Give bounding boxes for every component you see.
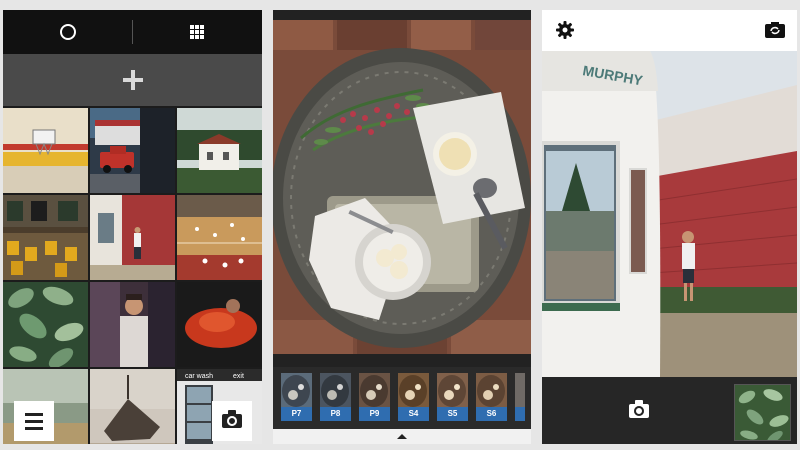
photo-grid: car wash exit [3,108,262,444]
filter-strip: P7 P8 P9 S4 S5 S6 [273,367,531,429]
camera-top-bar [542,10,797,51]
camera-bottom-bar [542,377,797,444]
filter-s6[interactable]: S6 [476,373,507,421]
edit-photo[interactable] [273,20,531,354]
photo-red-truck [90,108,175,193]
library-screen: car wash exit [3,10,262,444]
photo-white-house [177,108,262,193]
circle-icon [59,24,76,40]
hamburger-icon [25,412,43,416]
grid-icon [190,25,205,39]
filter-preview [476,373,507,407]
filter-preview [515,373,525,407]
chevron-up-icon [397,434,407,439]
photo-tray-ice-cream [273,20,531,354]
filter-label [515,407,525,421]
menu-button[interactable] [14,401,54,441]
filter-label: S6 [476,407,507,421]
grid-photo[interactable] [90,195,175,280]
filter-p9[interactable]: P9 [359,373,390,421]
car-wash-sign-text: car wash [185,373,213,380]
filter-s4[interactable]: S4 [398,373,429,421]
tab-divider [132,20,133,44]
exit-sign-text: exit [233,373,244,380]
grid-photo[interactable] [177,282,262,367]
filter-s5[interactable]: S5 [437,373,468,421]
camera-icon [629,400,649,418]
gear-icon[interactable] [556,21,574,39]
filter-preview [437,373,468,407]
add-photo-button[interactable] [3,54,262,106]
filter-label: S4 [398,407,429,421]
photo-green-plants [735,385,790,440]
filter-preview [320,373,351,407]
camera-button[interactable] [212,401,252,441]
editor-screen: P7 P8 P9 S4 S5 S6 [273,10,531,444]
filter-next[interactable] [515,373,525,421]
filter-p8[interactable]: P8 [320,373,351,421]
camera-screen: MURPHY [542,10,797,444]
filter-label: S5 [437,407,468,421]
grid-photo[interactable] [90,108,175,193]
grid-photo[interactable] [90,282,175,367]
photo-red-sofa [177,282,262,367]
filter-preview [281,373,312,407]
photo-striped-wall [3,108,88,193]
camera-icon [222,410,242,428]
viewfinder-scene: MURPHY [542,51,797,377]
camera-viewfinder[interactable]: MURPHY [542,51,797,377]
grid-photo[interactable] [177,195,262,280]
filter-preview [359,373,390,407]
filter-preview [398,373,429,407]
filter-label: P7 [281,407,312,421]
tab-circle[interactable] [3,10,133,54]
photo-cafe-chairs [3,195,88,280]
library-top-bar [3,10,262,54]
grid-photo[interactable] [3,195,88,280]
photo-basketball-court [177,195,262,280]
tab-grid[interactable] [133,10,263,54]
filter-p7[interactable]: P7 [281,373,312,421]
grid-photo[interactable] [177,108,262,193]
photo-leaves [3,282,88,367]
recent-photo-thumbnail[interactable] [734,384,791,441]
shutter-button[interactable] [627,400,651,421]
grid-photo[interactable] [3,282,88,367]
expand-tools-handle[interactable] [273,429,531,444]
grid-photo[interactable] [3,108,88,193]
photo-boat [90,369,175,444]
photo-man-red-wall [90,195,175,280]
filter-label: P8 [320,407,351,421]
filter-label: P9 [359,407,390,421]
flip-camera-icon[interactable] [765,22,785,38]
app-showcase: car wash exit P7 P8 P9 S4 S5 S6 MURPHY [0,0,800,450]
plus-icon [122,70,143,90]
grid-photo[interactable] [90,369,175,444]
photo-man-portrait [90,282,175,367]
